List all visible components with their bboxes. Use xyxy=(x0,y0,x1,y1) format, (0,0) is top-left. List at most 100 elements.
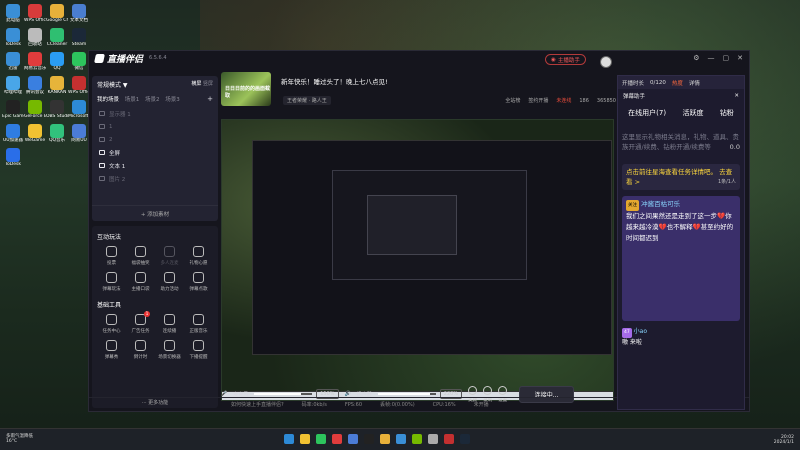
taskbar-app-icon[interactable] xyxy=(332,434,342,444)
tool-button[interactable]: 连续播 xyxy=(155,314,184,334)
weather-widget[interactable]: 多雨气温降低 16°C xyxy=(6,434,33,444)
scene-tab-2[interactable]: 场景2 xyxy=(145,97,160,103)
source-type-icon xyxy=(99,176,105,181)
taskbar-app-icon[interactable] xyxy=(396,434,406,444)
tab-activity[interactable]: 活跃度 xyxy=(682,108,703,118)
close-icon[interactable]: ✕ xyxy=(737,54,743,62)
help-link[interactable]: 如何快速上手直播伴侣? xyxy=(231,401,284,408)
close-icon[interactable]: ✕ xyxy=(734,93,739,99)
portrait-option[interactable]: 竖屏 xyxy=(203,81,213,87)
desktop-icon[interactable]: ToDesk xyxy=(2,28,24,48)
tool-button[interactable]: 下播提醒 xyxy=(184,340,213,360)
desktop-icon-label: 微信 xyxy=(74,66,84,71)
add-source-button[interactable]: + 添加素材 xyxy=(92,205,218,221)
taskbar-app-icon[interactable] xyxy=(460,434,470,444)
maximize-icon[interactable]: ▢ xyxy=(723,54,730,62)
taskbar-app-icon[interactable] xyxy=(380,434,390,444)
add-scene-icon[interactable]: + xyxy=(207,95,213,103)
tab-diamond-fans[interactable]: 钻粉 xyxy=(720,108,734,118)
tool-button[interactable]: 弹幕秀 xyxy=(97,340,126,360)
desktop-icon[interactable]: KANKAN xyxy=(46,76,68,96)
windows-taskbar: 多雨气温降低 16°C 20:02 2024/1/1 xyxy=(0,428,800,450)
desktop-icon[interactable]: 微信 xyxy=(68,52,90,72)
desktop-icon[interactable]: Google Chrome xyxy=(46,4,68,24)
anchor-assistant-button[interactable]: ◉ 主播助手 xyxy=(545,54,586,65)
tool-button[interactable]: 场景切换器 xyxy=(155,340,184,360)
tool-button[interactable]: 主播口袋 xyxy=(126,272,155,292)
taskbar-app-icon[interactable] xyxy=(364,434,374,444)
desktop-icon[interactable]: OBS Studio xyxy=(46,100,68,120)
desktop-icon[interactable]: WeGame xyxy=(24,124,46,144)
tool-button[interactable]: 弹幕玩法 xyxy=(97,272,126,292)
mode-select[interactable]: 常规模式 ▼ xyxy=(97,80,128,89)
desktop-icon[interactable]: 网易UU xyxy=(68,124,90,144)
desktop-icon[interactable]: 此电脑 xyxy=(2,4,24,24)
app-icon xyxy=(72,76,86,90)
chat-username[interactable]: 冲酱百枯可乐 xyxy=(641,200,680,208)
desktop-icon[interactable]: 哔哩哔哩 xyxy=(2,76,24,96)
source-item[interactable]: 图片 2 xyxy=(97,172,213,185)
taskbar-app-icon[interactable] xyxy=(412,434,422,444)
taskbar-app-icon[interactable] xyxy=(316,434,326,444)
source-item[interactable]: 显示器 1 xyxy=(97,107,213,120)
taskbar-app-icon[interactable] xyxy=(300,434,310,444)
desktop-icon[interactable]: GeForce Experience xyxy=(24,100,46,120)
cpu: CPU:16% xyxy=(432,401,456,408)
tool-label: 主播口袋 xyxy=(131,287,150,292)
source-item[interactable]: 文本 1 xyxy=(97,159,213,172)
room-cover[interactable]: 日日日前的的画面截取 xyxy=(221,72,271,106)
desktop-icon[interactable]: WPS Office xyxy=(68,76,90,96)
taskbar-app-icon[interactable] xyxy=(284,434,294,444)
details-link[interactable]: 详情 xyxy=(689,79,700,87)
desktop-icon[interactable]: 网易云音乐 xyxy=(24,52,46,72)
taskbar-app-icon[interactable] xyxy=(444,434,454,444)
scene-tab-3[interactable]: 场景3 xyxy=(165,97,180,103)
ranking-badge[interactable]: 全站榜 xyxy=(505,97,520,104)
landscape-option[interactable]: 横屏 xyxy=(191,81,201,87)
app-icon xyxy=(6,76,20,90)
tool-button[interactable]: 助力活动 xyxy=(155,272,184,292)
desktop-icon[interactable]: UU加速器 xyxy=(2,124,24,144)
tool-label: 弹幕玩法 xyxy=(102,287,121,292)
desktop-icon[interactable]: Steam xyxy=(68,28,90,48)
tool-button[interactable]: 礼物心愿 xyxy=(184,246,213,266)
tool-button[interactable]: 1 广告任务 xyxy=(126,311,155,334)
desktop-icon[interactable]: Microsoft Edge xyxy=(68,100,90,120)
system-clock[interactable]: 20:02 2024/1/1 xyxy=(774,435,794,445)
chat-username-2[interactable]: 小ao xyxy=(634,328,647,335)
minimize-icon[interactable]: — xyxy=(708,54,715,62)
desktop-icon-label: 哔哩哔哩 xyxy=(4,90,22,95)
desktop-icon[interactable]: ToDesk xyxy=(2,148,24,168)
tool-button[interactable]: 任务中心 xyxy=(97,314,126,334)
desktop-icon[interactable]: QQ音乐 xyxy=(46,124,68,144)
desktop-icon[interactable]: 迅雷 xyxy=(2,52,24,72)
task-notice[interactable]: 点击前往星海查看任务详情吧。 去查看 > 1条/1人 xyxy=(622,164,740,190)
desktop-icon[interactable]: 腾讯会议 xyxy=(24,76,46,96)
tool-button[interactable]: 正版音乐 xyxy=(184,314,213,334)
desktop-icon[interactable]: CCleaner xyxy=(46,28,68,48)
taskbar-app-icon[interactable] xyxy=(428,434,438,444)
desktop-icon[interactable]: WPS Office xyxy=(24,4,46,24)
avatar[interactable] xyxy=(600,56,612,68)
tool-icon xyxy=(164,314,175,325)
stream-preview[interactable] xyxy=(221,119,614,401)
source-item[interactable]: 全屏 xyxy=(97,146,213,159)
tool-button[interactable]: 福袋抽奖 xyxy=(126,246,155,266)
source-item[interactable]: 1 xyxy=(97,120,213,133)
desktop-icon[interactable]: Epic Games Launcher xyxy=(2,100,24,120)
desktop-icon[interactable]: 文本文档 xyxy=(68,4,90,24)
tool-button[interactable]: 多人连麦 xyxy=(155,246,184,266)
settings-icon[interactable]: ⚙ xyxy=(693,54,699,62)
tool-button[interactable]: 倒计时 xyxy=(126,340,155,360)
desktop-icon[interactable]: 回收站 xyxy=(24,28,46,48)
tool-button[interactable]: 弹幕点歌 xyxy=(184,272,213,292)
tool-button[interactable]: 投票 xyxy=(97,246,126,266)
taskbar-app-icon[interactable] xyxy=(348,434,358,444)
tab-online-users[interactable]: 在线用户(7) xyxy=(628,108,666,118)
page-indicator: 1条/1人 xyxy=(717,179,736,185)
source-item[interactable]: 2 xyxy=(97,133,213,146)
room-category[interactable]: 王者荣耀 · 路人王 xyxy=(283,96,331,105)
room-title[interactable]: 新年快乐！睡过头了！晚上七八点见! xyxy=(281,76,388,86)
scene-tab-1[interactable]: 场景1 xyxy=(125,97,140,103)
desktop-icon[interactable]: QQ xyxy=(46,52,68,72)
